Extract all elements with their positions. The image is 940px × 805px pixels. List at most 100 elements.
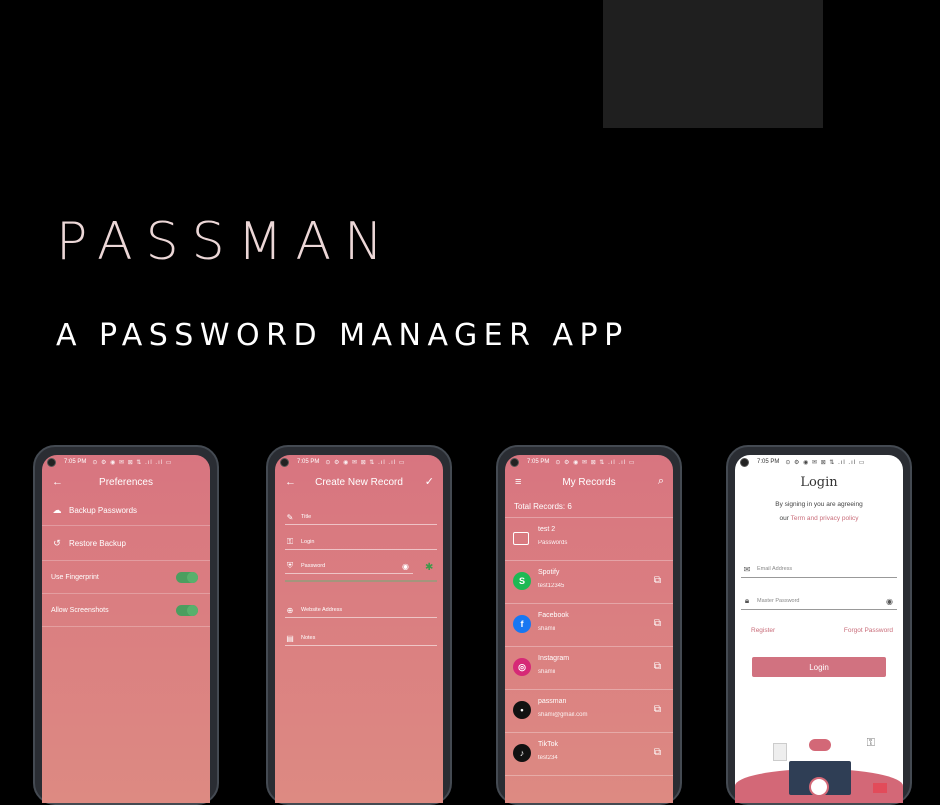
status-time: 7:05 PM xyxy=(297,459,320,465)
title-field[interactable]: ✎ Title xyxy=(285,510,437,525)
record-sub: shami@gmail.com xyxy=(538,712,588,718)
record-item[interactable]: test 2 Passwords xyxy=(505,518,673,561)
restore-backup-item[interactable]: ↺ Restore Backup xyxy=(42,526,210,560)
item-label: Allow Screenshots xyxy=(51,606,109,614)
passman-logo-icon: • xyxy=(513,701,531,719)
status-icons: ⊙ ⚙ ◉ ✉ ⊠ ⇅ .ıl .ıl ▭ xyxy=(555,459,636,466)
copy-icon[interactable]: ⧉ xyxy=(654,704,661,715)
hero-title: PASSMAN xyxy=(56,212,396,272)
record-sub: shamii xyxy=(538,626,556,632)
shield-icon: ⛨ xyxy=(287,561,293,570)
copy-icon[interactable]: ⧉ xyxy=(654,575,661,586)
camera-icon xyxy=(510,458,519,467)
agree-prefix: our xyxy=(779,515,789,522)
record-name: Spotify xyxy=(538,569,560,576)
record-item[interactable]: ♪ TikTok test234 ⧉ xyxy=(505,733,673,776)
phone-preferences: 7:05 PM ⊙ ⚙ ◉ ✉ ⊠ ⇅ .ıl .ıl ▭ ← Preferen… xyxy=(33,445,219,805)
password-placeholder: Master Password xyxy=(757,598,800,604)
status-icons: ⊙ ⚙ ◉ ✉ ⊠ ⇅ .ıl .ıl ▭ xyxy=(92,459,173,466)
phone-screen: 7:05 PM ⊙ ⚙ ◉ ✉ ⊠ ⇅ .ıl .ıl ▭ ← Preferen… xyxy=(42,455,210,803)
email-field[interactable]: ✉ Email Address xyxy=(741,561,897,578)
status-bar: 7:05 PM ⊙ ⚙ ◉ ✉ ⊠ ⇅ .ıl .ıl ▭ xyxy=(275,455,443,469)
key-icon: ⚿ xyxy=(286,537,294,546)
password-field[interactable]: ⛨ Password ◉ xyxy=(285,559,413,574)
tiktok-logo-icon: ♪ xyxy=(513,744,531,762)
record-item[interactable]: • passman shami@gmail.com ⧉ xyxy=(505,690,673,733)
menu-icon[interactable]: ≡ xyxy=(515,476,521,488)
field-placeholder: Password xyxy=(301,563,326,569)
globe-icon: ⊕ xyxy=(286,605,294,615)
record-sub: Passwords xyxy=(538,540,568,546)
notes-icon: ▤ xyxy=(286,633,294,643)
total-records: Total Records: 6 xyxy=(505,495,673,518)
hero-subtitle: A PASSWORD MANAGER APP xyxy=(56,318,629,353)
search-icon[interactable]: ⌕ xyxy=(658,475,664,488)
generate-password-icon[interactable]: ✱ xyxy=(425,562,433,573)
field-placeholder: Title xyxy=(301,514,312,520)
folder-icon xyxy=(873,783,887,793)
app-bar: ← Create New Record ✓ xyxy=(275,469,443,495)
phone-my-records: 7:05 PM ⊙ ⚙ ◉ ✉ ⊠ ⇅ .ıl .ıl ▭ ≡ My Recor… xyxy=(496,445,682,805)
record-item[interactable]: S Spotify test12345 ⧉ xyxy=(505,561,673,604)
app-bar: ≡ My Records ⌕ xyxy=(505,469,673,495)
record-item[interactable]: f Facebook shamii ⧉ xyxy=(505,604,673,647)
folder-icon xyxy=(513,532,529,545)
status-time: 7:05 PM xyxy=(757,459,780,465)
register-link[interactable]: Register xyxy=(751,627,775,634)
status-bar: 7:05 PM ⊙ ⚙ ◉ ✉ ⊠ ⇅ .ıl .ıl ▭ xyxy=(735,455,903,469)
item-label: Backup Passwords xyxy=(69,505,138,515)
decorative-square xyxy=(603,0,823,128)
website-field[interactable]: ⊕ Website Address xyxy=(285,603,437,618)
screen-title: Create New Record xyxy=(315,476,403,488)
status-icons: ⊙ ⚙ ◉ ✉ ⊠ ⇅ .ıl .ıl ▭ xyxy=(325,459,406,466)
forgot-password-link[interactable]: Forgot Password xyxy=(844,627,893,634)
document-icon xyxy=(773,743,787,761)
camera-icon xyxy=(740,458,749,467)
lock-icon: 🔒︎ xyxy=(744,596,750,605)
record-name: test 2 xyxy=(538,526,556,533)
notes-field[interactable]: ▤ Notes xyxy=(285,631,437,646)
terms-link[interactable]: Term and privacy policy xyxy=(791,515,859,522)
email-placeholder: Email Address xyxy=(757,566,793,572)
record-name: passman xyxy=(538,698,567,705)
phone-create-record: 7:05 PM ⊙ ⚙ ◉ ✉ ⊠ ⇅ .ıl .ıl ▭ ← Create N… xyxy=(266,445,452,805)
back-arrow-icon[interactable]: ← xyxy=(52,476,63,488)
record-name: Instagram xyxy=(538,655,570,662)
login-field[interactable]: ⚿ Login xyxy=(285,535,437,550)
record-sub: shamii xyxy=(538,669,556,675)
app-bar: ← Preferences xyxy=(42,469,210,495)
phone-screen: 7:05 PM ⊙ ⚙ ◉ ✉ ⊠ ⇅ .ıl .ıl ▭ ≡ My Recor… xyxy=(505,455,673,803)
spotify-logo-icon: S xyxy=(513,572,531,590)
phone-login: 7:05 PM ⊙ ⚙ ◉ ✉ ⊠ ⇅ .ıl .ıl ▭ Login By s… xyxy=(726,445,912,805)
restore-icon: ↺ xyxy=(53,537,61,548)
security-illustration: ⚿ xyxy=(735,733,903,803)
camera-icon xyxy=(280,458,289,467)
record-name: Facebook xyxy=(538,612,569,619)
password-field[interactable]: 🔒︎ Master Password ◉ xyxy=(741,593,897,610)
eye-icon[interactable]: ◉ xyxy=(402,562,409,571)
copy-icon[interactable]: ⧉ xyxy=(654,747,661,758)
backup-passwords-item[interactable]: ☁ Backup Passwords xyxy=(42,495,210,525)
password-strength-bar xyxy=(285,580,437,582)
eye-icon[interactable]: ◉ xyxy=(886,597,893,606)
fingerprint-toggle[interactable] xyxy=(176,571,198,583)
login-title: Login xyxy=(800,475,838,490)
check-icon[interactable]: ✓ xyxy=(425,475,434,488)
copy-icon[interactable]: ⧉ xyxy=(654,661,661,672)
field-placeholder: Login xyxy=(301,539,315,545)
login-button[interactable]: Login xyxy=(752,657,886,677)
copy-icon[interactable]: ⧉ xyxy=(654,618,661,629)
record-item[interactable]: ◎ Instagram shamii ⧉ xyxy=(505,647,673,690)
item-label: Use Fingerprint xyxy=(51,573,99,581)
records-list: test 2 Passwords S Spotify test12345 ⧉ f Facebo… xyxy=(505,518,673,776)
record-sub: test234 xyxy=(538,755,558,761)
use-fingerprint-item: Use Fingerprint xyxy=(42,561,210,593)
facebook-logo-icon: f xyxy=(513,615,531,633)
camera-icon xyxy=(47,458,56,467)
cloud-icon xyxy=(809,739,831,751)
status-bar: 7:05 PM ⊙ ⚙ ◉ ✉ ⊠ ⇅ .ıl .ıl ▭ xyxy=(42,455,210,469)
field-placeholder: Notes xyxy=(301,635,316,641)
screenshots-toggle[interactable] xyxy=(176,604,198,616)
screen-title: My Records xyxy=(562,476,616,488)
back-arrow-icon[interactable]: ← xyxy=(285,476,296,488)
